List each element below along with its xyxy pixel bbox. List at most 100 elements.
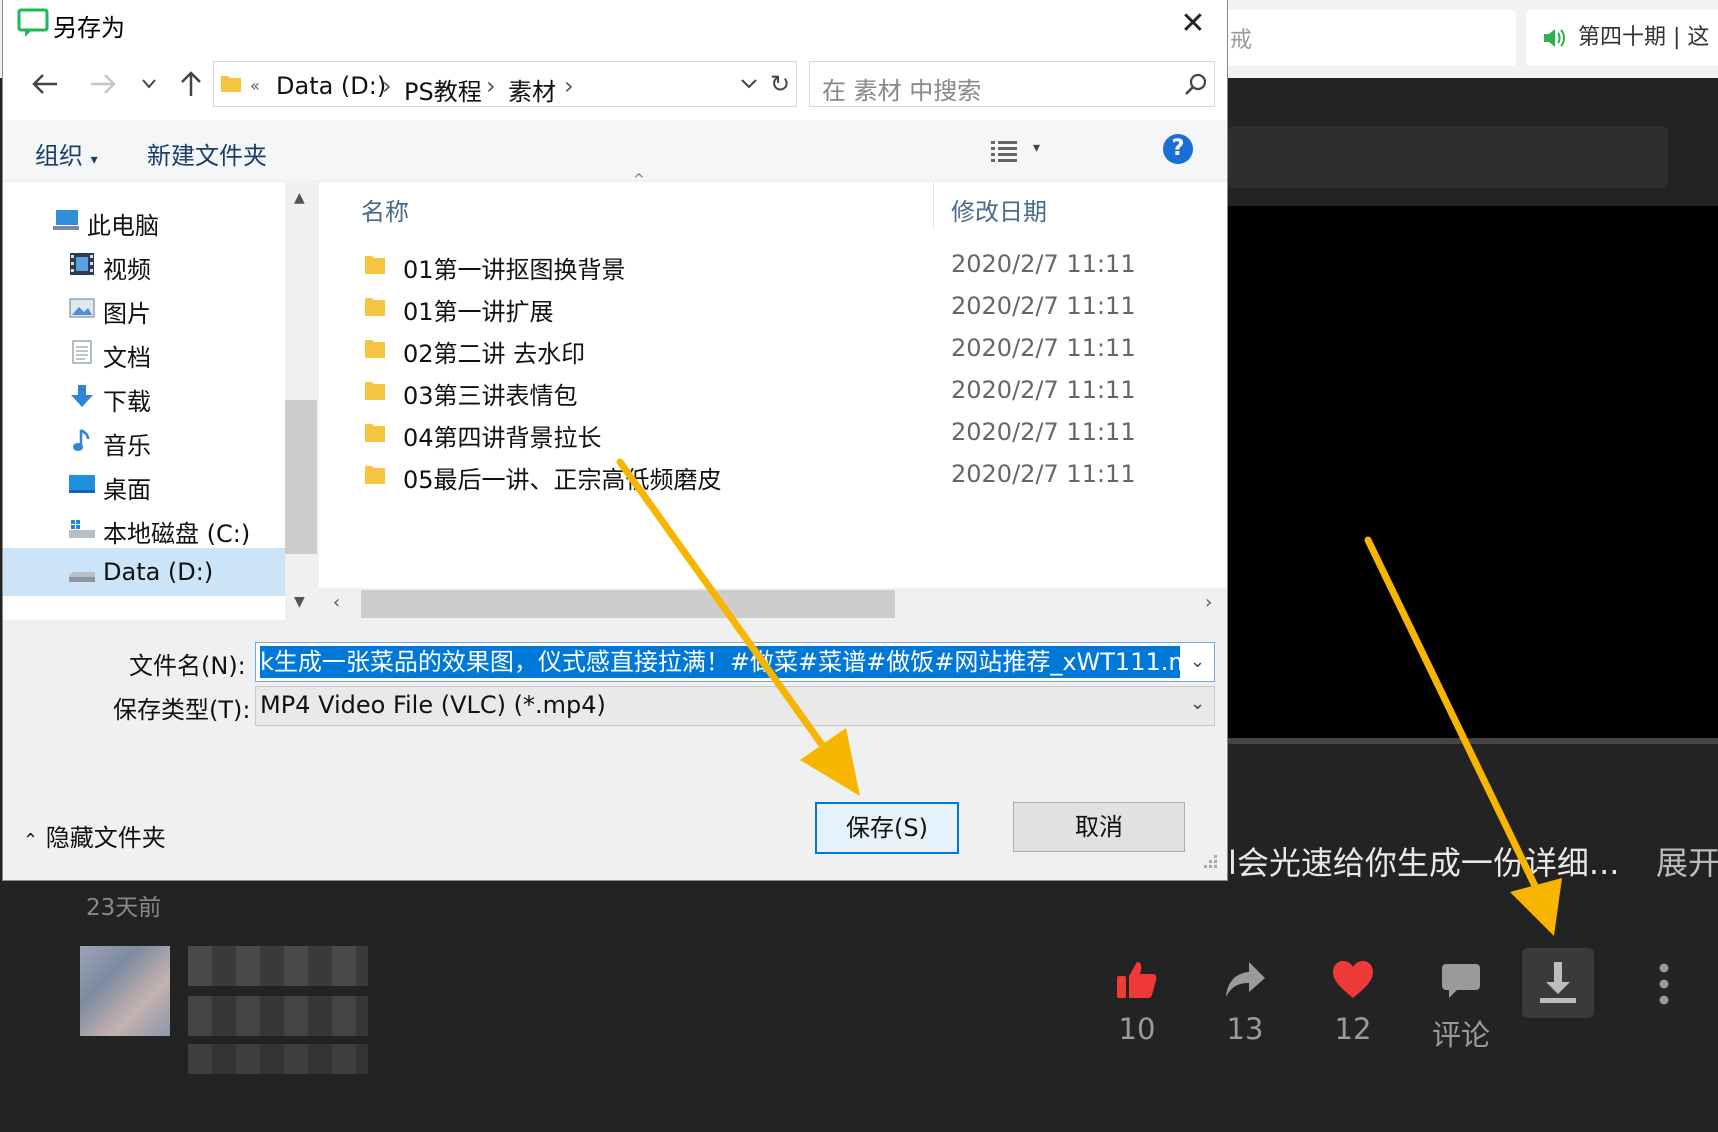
share-count: 13 <box>1226 1012 1264 1046</box>
avatar[interactable] <box>80 946 170 1036</box>
table-row[interactable]: 02第二讲 去水印 2020/2/7 11:11 <box>319 330 1227 370</box>
organize-menu[interactable]: 组织 ▾ <box>35 136 98 171</box>
save-button[interactable]: 保存(S) <box>815 802 959 854</box>
dropdown-arrow-icon: ▾ <box>90 152 98 168</box>
nav-item-this-pc[interactable]: 此电脑 <box>3 196 285 244</box>
hide-folders-toggle[interactable]: ⌃ 隐藏文件夹 <box>23 818 166 853</box>
forward-arrow-icon[interactable] <box>89 72 117 96</box>
expand-link[interactable]: 展开 <box>1656 838 1718 884</box>
comment-icon <box>1442 964 1480 998</box>
table-row[interactable]: 01第一讲扩展 2020/2/7 11:11 <box>319 288 1227 328</box>
nav-item-video[interactable]: 视频 <box>3 240 285 288</box>
more-options-icon[interactable] <box>1654 962 1674 1006</box>
now-playing-tab[interactable]: 第四十期 | 这 <box>1526 10 1718 66</box>
drive-icon <box>69 572 95 582</box>
file-name: 03第三讲表情包 <box>403 382 578 410</box>
folder-icon <box>221 76 241 92</box>
comment-label: 评论 <box>1431 1018 1490 1052</box>
resize-grip-icon[interactable] <box>1199 852 1219 872</box>
help-button[interactable]: ? <box>1163 134 1193 164</box>
breadcrumb-separator-icon: › <box>486 72 496 100</box>
download-icon <box>1540 962 1576 1003</box>
search-icon <box>1185 73 1207 95</box>
cancel-button[interactable]: 取消 <box>1013 802 1185 852</box>
comment-button[interactable]: 评论 <box>1416 958 1506 1054</box>
back-arrow-icon[interactable] <box>31 72 59 96</box>
column-divider[interactable] <box>933 182 934 230</box>
favorite-button[interactable]: 12 <box>1308 958 1398 1046</box>
new-folder-button[interactable]: 新建文件夹 <box>147 136 267 171</box>
video-progress-bar[interactable] <box>1228 738 1718 744</box>
speaker-icon <box>1544 29 1565 47</box>
download-button[interactable] <box>1522 948 1594 1018</box>
breadcrumb-ps-tutorial[interactable]: PS教程 <box>404 72 482 107</box>
now-playing-title: 第四十期 | 这 <box>1578 25 1710 50</box>
view-options-icon[interactable] <box>991 140 1017 162</box>
video-icon <box>70 253 94 275</box>
column-header-modified[interactable]: 修改日期 <box>951 192 1047 227</box>
folder-icon <box>365 340 385 358</box>
file-name: 04第四讲背景拉长 <box>403 424 602 452</box>
nav-label: 下载 <box>103 388 151 416</box>
address-bar[interactable]: « Data (D:) › PS教程 › 素材 › <box>213 61 797 107</box>
video-player[interactable] <box>1228 206 1718 740</box>
this-pc-icon <box>53 210 79 230</box>
column-header-name[interactable]: 名称 <box>361 192 409 227</box>
table-row[interactable]: 05最后一讲、正宗高低频磨皮 2020/2/7 11:11 <box>319 456 1227 496</box>
folder-icon <box>365 298 385 316</box>
filetype-label: 保存类型(T): <box>113 696 251 724</box>
filetype-select[interactable]: MP4 Video File (VLC) (*.mp4) ⌄ <box>255 686 1215 726</box>
background-channel-label: 戒 <box>1230 28 1253 53</box>
nav-item-music[interactable]: 音乐 <box>3 416 285 464</box>
like-button[interactable]: 10 <box>1092 958 1182 1046</box>
breadcrumb-drive[interactable]: Data (D:) <box>276 72 386 100</box>
nav-item-local-disk-c[interactable]: 本地磁盘 (C:) <box>3 504 285 552</box>
nav-item-documents[interactable]: 文档 <box>3 328 285 376</box>
scroll-down-icon[interactable]: ▼ <box>294 594 305 610</box>
breadcrumb-separator-icon: › <box>382 72 392 100</box>
navigation-pane: 此电脑 视频 图片 文档 下载 音乐 桌面 本地磁盘 (C:) Data (D:… <box>3 182 285 620</box>
hide-folders-label: 隐藏文件夹 <box>45 824 166 852</box>
table-row[interactable]: 04第四讲背景拉长 2020/2/7 11:11 <box>319 414 1227 454</box>
background-search-box[interactable] <box>1220 10 1516 66</box>
folder-icon <box>365 424 385 442</box>
downloads-icon <box>71 385 93 407</box>
share-button[interactable]: 13 <box>1200 958 1290 1046</box>
scroll-right-icon[interactable]: › <box>1205 592 1212 613</box>
file-name: 01第一讲抠图换背景 <box>403 256 626 284</box>
organize-label: 组织 <box>35 142 83 170</box>
breadcrumb-material[interactable]: 素材 <box>508 72 556 107</box>
nav-item-desktop[interactable]: 桌面 <box>3 460 285 508</box>
close-icon: ✕ <box>1180 6 1206 41</box>
blurred-text <box>188 1044 368 1074</box>
chevron-down-icon: ⌄ <box>1190 693 1206 714</box>
table-row[interactable]: 01第一讲抠图换背景 2020/2/7 11:11 <box>319 246 1227 286</box>
recent-locations-icon[interactable] <box>141 78 157 90</box>
file-list-scrollbar-thumb[interactable] <box>361 590 895 618</box>
filename-field[interactable]: k生成一张菜品的效果图，仪式感直接拉满！#做菜#菜谱#做饭#网站推荐_xWT11… <box>255 642 1215 682</box>
nav-item-pictures[interactable]: 图片 <box>3 284 285 332</box>
refresh-icon: ↻ <box>769 70 791 98</box>
nav-item-downloads[interactable]: 下载 <box>3 372 285 420</box>
filename-dropdown[interactable]: ⌄ <box>1180 643 1214 681</box>
scroll-up-icon[interactable]: ▲ <box>294 190 305 206</box>
breadcrumb-separator-icon: › <box>564 72 574 100</box>
music-icon <box>73 428 90 451</box>
refresh-button[interactable]: ↻ <box>765 62 795 106</box>
thumbs-up-icon <box>1117 962 1157 998</box>
nav-scrollbar-thumb[interactable] <box>285 400 317 554</box>
file-name: 01第一讲扩展 <box>403 298 554 326</box>
file-name: 05最后一讲、正宗高低频磨皮 <box>403 466 722 494</box>
close-button[interactable]: ✕ <box>1173 4 1213 44</box>
breadcrumb-overflow[interactable]: « <box>250 76 260 95</box>
dialog-title: 另存为 <box>53 14 125 42</box>
up-arrow-icon[interactable] <box>179 70 203 98</box>
local-disk-icon <box>69 520 95 538</box>
save-as-dialog: 另存为 ✕ « Data (D:) › PS教程 › 素材 › ↻ 在 素材 中… <box>3 0 1227 880</box>
scroll-left-icon[interactable]: ‹ <box>333 592 340 613</box>
nav-item-data-d[interactable]: Data (D:) <box>3 548 285 596</box>
view-dropdown-icon[interactable]: ▾ <box>1033 140 1040 156</box>
search-input[interactable]: 在 素材 中搜索 <box>809 61 1215 107</box>
table-row[interactable]: 03第三讲表情包 2020/2/7 11:11 <box>319 372 1227 412</box>
address-dropdown-icon[interactable] <box>740 78 758 90</box>
